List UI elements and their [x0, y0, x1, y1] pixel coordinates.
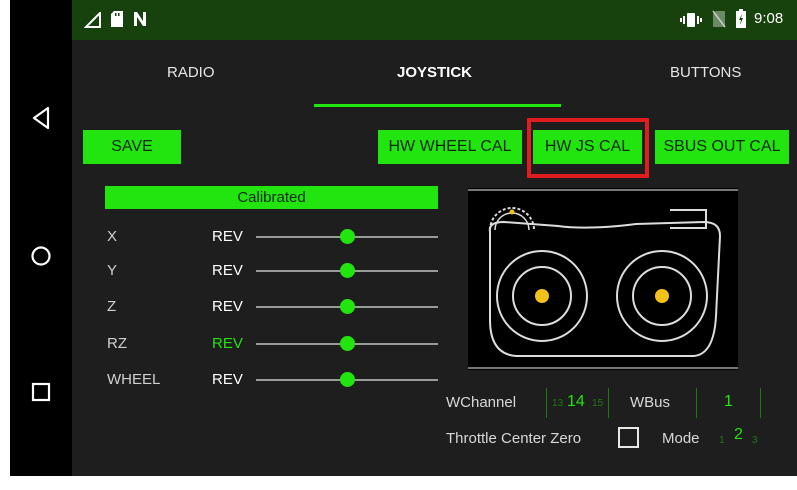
tab-radio[interactable]: RADIO [167, 64, 215, 81]
rev-toggle-rz[interactable]: REV [212, 335, 243, 352]
tab-indicator [314, 104, 561, 107]
back-button[interactable] [10, 98, 72, 138]
axis-label-z: Z [107, 298, 117, 315]
battery-icon [736, 9, 746, 28]
back-icon [32, 106, 50, 130]
slider-rz[interactable] [339, 336, 355, 351]
axis-label-wheel: WHEEL [107, 371, 161, 388]
navigation-bar [10, 0, 72, 476]
save-button[interactable]: SAVE [83, 130, 181, 164]
slider-y[interactable] [339, 263, 355, 278]
mode-next: 3 [752, 435, 758, 446]
home-icon [31, 246, 51, 266]
wchannel-next: 15 [592, 398, 604, 409]
wbus-left-divider [696, 388, 697, 418]
rev-toggle-wheel[interactable]: REV [212, 371, 243, 388]
slider-wheel[interactable] [339, 372, 355, 387]
sbus-out-cal-button[interactable]: SBUS OUT CAL [655, 130, 789, 164]
tab-joystick[interactable]: JOYSTICK [397, 64, 472, 81]
vibrate-icon [680, 13, 702, 27]
recents-button[interactable] [10, 372, 72, 412]
throttle-center-zero-checkbox[interactable] [618, 427, 639, 448]
axis-label-y: Y [107, 262, 118, 279]
left-stick-position [535, 289, 549, 303]
right-stick-position [655, 289, 669, 303]
status-bar: 9:08 [72, 0, 797, 40]
home-button[interactable] [10, 236, 72, 276]
wchannel-picker[interactable]: 14 [567, 393, 585, 411]
notification-n-icon [134, 12, 146, 26]
app-screen: RADIO JOYSTICK BUTTONS SAVE HW WHEEL CAL… [72, 40, 797, 476]
rev-toggle-z[interactable]: REV [212, 298, 243, 315]
axis-label-x: X [107, 228, 118, 245]
sd-card-icon [111, 11, 123, 27]
mode-picker[interactable]: 2 [734, 426, 743, 444]
mode-label: Mode [662, 430, 700, 447]
slider-z[interactable] [339, 299, 355, 314]
wbus-right-divider [760, 388, 761, 418]
wchannel-prev: 13 [552, 398, 564, 409]
controller-diagram [468, 188, 738, 370]
tab-buttons[interactable]: BUTTONS [670, 64, 741, 81]
mode-prev: 1 [719, 435, 725, 446]
wbus-label: WBus [630, 394, 671, 411]
no-sim-icon [712, 10, 726, 28]
calibration-status: Calibrated [105, 186, 438, 209]
wchannel-left-divider [546, 388, 547, 418]
axis-label-rz: RZ [107, 335, 127, 352]
recents-icon [31, 382, 51, 402]
rev-toggle-x[interactable]: REV [212, 228, 243, 245]
wchannel-right-divider [608, 388, 609, 418]
wbus-picker[interactable]: 1 [724, 393, 733, 411]
throttle-center-zero-label: Throttle Center Zero [446, 430, 582, 447]
rev-toggle-y[interactable]: REV [212, 262, 243, 279]
highlight-box [527, 118, 649, 178]
status-time: 9:08 [754, 10, 784, 27]
signal-icon [84, 12, 101, 28]
wchannel-label: WChannel [446, 394, 517, 411]
slider-x[interactable] [339, 229, 355, 244]
hw-wheel-cal-button[interactable]: HW WHEEL CAL [378, 130, 522, 164]
